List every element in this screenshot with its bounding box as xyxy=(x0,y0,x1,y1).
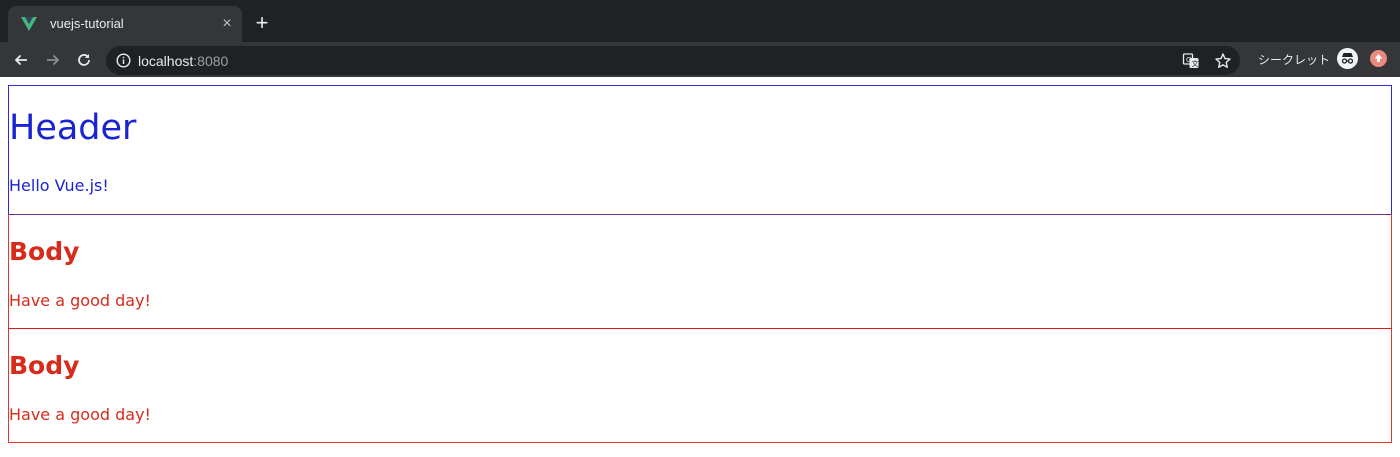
update-arrow-icon[interactable] xyxy=(1370,50,1387,67)
tab-title: vuejs-tutorial xyxy=(50,16,124,31)
tab-close-icon[interactable]: × xyxy=(218,15,236,33)
header-message: Hello Vue.js! xyxy=(9,176,109,195)
info-icon[interactable] xyxy=(116,53,131,68)
reload-button[interactable] xyxy=(72,48,96,72)
body-component: Body Have a good day! xyxy=(8,328,1392,443)
address-bar[interactable]: localhost:8080 G 文 xyxy=(106,46,1240,75)
translate-icon[interactable]: G 文 xyxy=(1182,52,1200,70)
header-title: Header xyxy=(9,108,137,148)
back-button[interactable] xyxy=(9,48,33,72)
forward-button[interactable] xyxy=(41,48,65,72)
url-port: :8080 xyxy=(193,53,229,69)
url-host: localhost xyxy=(138,53,194,69)
body-title: Body xyxy=(9,237,80,266)
reload-icon xyxy=(78,54,90,66)
page-viewport: Header Hello Vue.js! Body Have a good da… xyxy=(0,77,1400,457)
forward-arrow-icon xyxy=(47,54,60,66)
body-title: Body xyxy=(9,351,80,380)
url-text[interactable]: localhost:8080 xyxy=(138,53,228,69)
incognito-icon[interactable] xyxy=(1337,48,1358,69)
body-message: Have a good day! xyxy=(9,405,151,424)
incognito-label[interactable]: シークレット xyxy=(1258,51,1330,68)
tab-strip: vuejs-tutorial × + xyxy=(0,0,1400,42)
browser-toolbar: localhost:8080 G 文 xyxy=(0,42,1400,77)
back-arrow-icon xyxy=(14,54,27,66)
body-component: Body Have a good day! xyxy=(8,214,1392,329)
new-tab-button[interactable]: + xyxy=(252,12,272,34)
browser-tab[interactable]: vuejs-tutorial × xyxy=(8,6,242,42)
vue-logo-icon xyxy=(21,17,37,31)
bookmark-star-icon[interactable] xyxy=(1214,52,1232,70)
svg-text:文: 文 xyxy=(1192,59,1199,68)
header-component: Header Hello Vue.js! xyxy=(8,85,1392,215)
body-message: Have a good day! xyxy=(9,291,151,310)
